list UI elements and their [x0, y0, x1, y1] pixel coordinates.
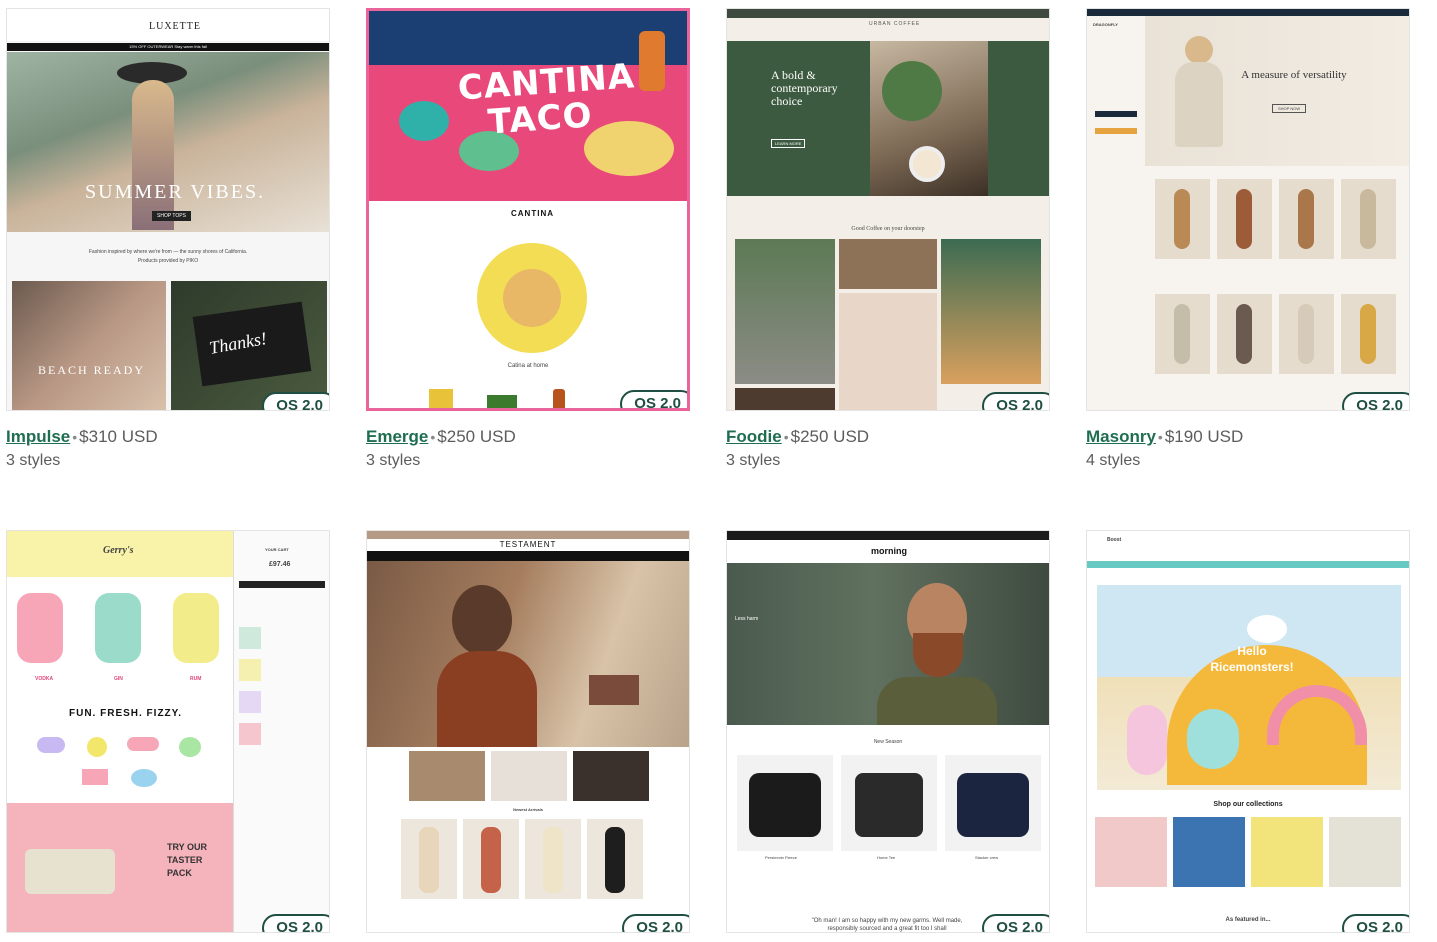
tagline: Fashion inspired by where we're from — t… [88, 249, 248, 255]
theme-card-emerge[interactable]: CANTINA TACO CANTINA Catina at home OS 2… [366, 8, 690, 470]
theme-price: $250 USD [437, 427, 516, 446]
hero-panel [727, 41, 1049, 196]
preview-brand: DRAGONFLY [1093, 22, 1118, 27]
flavor-label: VODKA [35, 676, 54, 682]
flavor-label: GIN [114, 676, 123, 682]
theme-preview-emerge[interactable]: CANTINA TACO CANTINA Catina at home OS 2… [366, 8, 690, 411]
theme-price: $250 USD [790, 427, 870, 446]
separator-dot: • [1157, 429, 1163, 445]
cart-total: £97.46 [269, 561, 291, 568]
theme-preview-8[interactable]: Boost Hello Ricemonsters! Shop our colle… [1086, 530, 1410, 933]
preview-brand: morning [871, 546, 907, 556]
hero-title: A measure of versatility [1241, 69, 1347, 81]
section-title: New Season [873, 739, 903, 745]
theme-name-link[interactable]: Foodie [726, 427, 782, 446]
theme-preview-6[interactable]: TESTAMENT Newest Arrivals OS 2.0 [366, 530, 690, 933]
theme-styles-count: 4 styles [1086, 452, 1141, 469]
theme-price: $310 USD [79, 427, 158, 446]
preview-brand: Gerry's [103, 545, 134, 556]
theme-preview-7[interactable]: morning Less harm New Season Persimmin F… [726, 530, 1050, 933]
separator-dot: • [72, 429, 78, 445]
preview-brand: LUXETTE [149, 21, 201, 32]
pack-title: TRY OUR TASTER PACK [167, 842, 208, 878]
theme-name-link[interactable]: Masonry [1086, 427, 1156, 446]
hero-title: SUMMER VIBES. [85, 181, 266, 203]
theme-styles-count: 3 styles [366, 452, 421, 469]
os2-badge: OS 2.0 [262, 392, 329, 410]
os2-badge: OS 2.0 [622, 914, 689, 932]
theme-card-6[interactable]: TESTAMENT Newest Arrivals OS 2.0 [366, 530, 690, 933]
theme-preview-5[interactable]: Gerry's VODKA GIN RUM FUN. FRESH. FIZZY.… [6, 530, 330, 933]
hero-image [7, 52, 329, 232]
plate-image [477, 243, 587, 353]
os2-badge: OS 2.0 [620, 390, 687, 408]
theme-card-8[interactable]: Boost Hello Ricemonsters! Shop our colle… [1086, 530, 1410, 933]
preview-brand: URBAN COFFEE [869, 21, 921, 27]
preview-promo: 15% OFF OUTERWEAR Stay warm this fall [7, 43, 329, 51]
section-title: Good Coffee on your doorstep [851, 226, 925, 232]
os2-badge: OS 2.0 [982, 392, 1049, 410]
review-quote: "Oh man! I am so happy with my new garms… [811, 918, 963, 932]
os2-badge: OS 2.0 [1342, 914, 1409, 932]
theme-preview-foodie[interactable]: URBAN COFFEE A bold & contemporary choic… [726, 8, 1050, 411]
theme-styles-count: 3 styles [6, 452, 61, 469]
os2-badge: OS 2.0 [1342, 392, 1409, 410]
hero-title: CANTINA TACO [456, 56, 637, 143]
cart-title: YOUR CART [265, 547, 289, 552]
theme-name-link[interactable]: Emerge [366, 427, 428, 446]
hero-button[interactable]: LEARN MORE [771, 139, 806, 148]
theme-card-impulse[interactable]: LUXETTE 15% OFF OUTERWEAR Stay warm this… [6, 8, 330, 470]
flavor-label: RUM [190, 676, 202, 682]
preview-brand: TESTAMENT [499, 540, 557, 549]
slogan: FUN. FRESH. FIZZY. [69, 708, 182, 719]
preview-brand: CANTINA [511, 209, 554, 218]
os2-badge: OS 2.0 [982, 914, 1049, 932]
separator-dot: • [430, 429, 436, 445]
tile-beach-ready[interactable]: BEACH READY [12, 281, 166, 410]
theme-styles-count: 3 styles [726, 452, 781, 469]
os2-badge: OS 2.0 [262, 914, 329, 932]
preview-brand: Boost [1107, 537, 1122, 543]
hero-image [367, 561, 689, 747]
theme-price: $190 USD [1164, 427, 1244, 446]
hero-image [727, 563, 1049, 725]
section-title: Newest Arrivals [513, 807, 543, 812]
product-name: Home Tee [877, 855, 896, 860]
hero-button[interactable]: SHOP NOW [1272, 104, 1307, 113]
hero-title: Hello Ricemonsters! [1210, 644, 1294, 674]
product-name: Persimmin Fleece [765, 855, 798, 860]
hero-button[interactable]: SHOP TOPS [152, 211, 191, 221]
hero-title: A bold & contemporary choice [771, 68, 838, 108]
theme-preview-impulse[interactable]: LUXETTE 15% OFF OUTERWEAR Stay warm this… [6, 8, 330, 411]
hero-title: Less harm [735, 616, 759, 622]
section-title: Shop our collections [1213, 801, 1283, 808]
theme-card-foodie[interactable]: URBAN COFFEE A bold & contemporary choic… [726, 8, 1050, 470]
tile-title: BEACH READY [38, 363, 146, 377]
tagline-2: Products provided by PIKO [137, 258, 199, 264]
hero-image [1145, 16, 1409, 166]
theme-preview-masonry[interactable]: DRAGONFLY A measure of versatility SHOP … [1086, 8, 1410, 411]
theme-card-7[interactable]: morning Less harm New Season Persimmin F… [726, 530, 1050, 933]
theme-card-masonry[interactable]: DRAGONFLY A measure of versatility SHOP … [1086, 8, 1410, 470]
caption: Catina at home [507, 363, 549, 369]
theme-name-link[interactable]: Impulse [6, 427, 70, 446]
separator-dot: • [783, 429, 789, 445]
product-name: Stacker crew [975, 855, 999, 860]
theme-card-5[interactable]: Gerry's VODKA GIN RUM FUN. FRESH. FIZZY.… [6, 530, 330, 933]
hero-image [1097, 585, 1401, 790]
